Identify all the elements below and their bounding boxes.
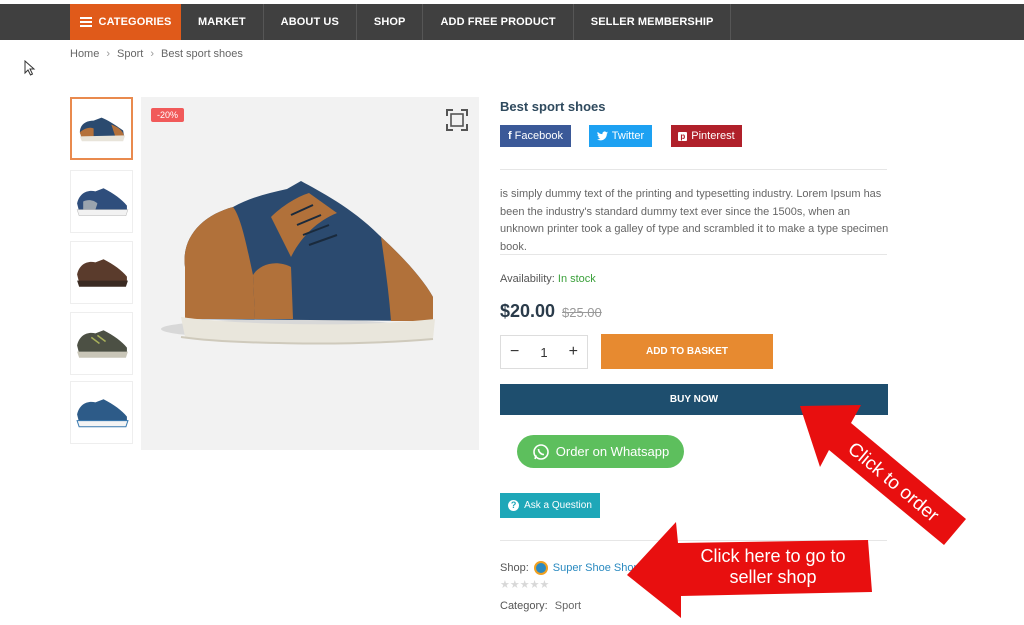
shop-link[interactable]: Super Shoe Shop <box>553 562 640 574</box>
shop-label: Shop: <box>500 562 529 574</box>
pinterest-share-button[interactable]: p Pinterest <box>671 125 742 147</box>
chevron-right-icon: › <box>106 48 111 60</box>
shoe-thumbnail-image <box>77 330 128 358</box>
category-label: Category: <box>500 600 548 612</box>
facebook-share-button[interactable]: f Facebook <box>500 125 571 147</box>
star-icon: ★ <box>519 579 530 591</box>
main-product-image[interactable] <box>141 97 479 450</box>
product-title: Best sport shoes <box>500 99 606 114</box>
minus-icon[interactable]: − <box>510 343 519 361</box>
divider <box>500 540 887 541</box>
top-nav: CATEGORIES MARKET ABOUT US SHOP ADD FREE… <box>0 4 1024 40</box>
twitter-share-button[interactable]: Twitter <box>589 125 652 147</box>
quantity-value[interactable]: 1 <box>540 345 547 360</box>
chevron-right-icon: › <box>150 48 154 60</box>
breadcrumb-current: Best sport shoes <box>160 48 243 60</box>
page: CATEGORIES MARKET ABOUT US SHOP ADD FREE… <box>0 0 1024 625</box>
nav-item-about-us[interactable]: ABOUT US <box>264 4 357 40</box>
rating-stars: ★★★★★ <box>500 578 549 591</box>
old-price: $25.00 <box>562 305 602 320</box>
pinterest-icon: p <box>678 131 688 141</box>
divider <box>500 169 887 170</box>
plus-icon[interactable]: + <box>569 343 578 361</box>
nav-item-market[interactable]: MARKET <box>181 4 264 40</box>
shoe-thumbnail-image <box>76 188 129 216</box>
star-icon: ★ <box>539 579 550 591</box>
buy-now-button[interactable]: BUY NOW <box>500 384 888 415</box>
shoe-thumbnail-image <box>79 117 126 142</box>
expand-icon[interactable] <box>444 107 470 133</box>
shoe-thumbnail-image <box>76 399 129 428</box>
product-category: Category: Sport <box>500 600 581 612</box>
breadcrumb-sport[interactable]: Sport <box>117 48 143 60</box>
question-icon: ? <box>508 500 520 511</box>
whatsapp-label: Order on Whatsapp <box>555 444 670 459</box>
facebook-label: Facebook <box>514 130 563 142</box>
shoe-thumbnail-image <box>77 259 128 287</box>
availability-value: In stock <box>557 273 596 285</box>
divider <box>500 254 887 255</box>
shoe-image <box>161 181 435 345</box>
availability: Availability: In stock <box>500 273 596 285</box>
nav-item-add-free-product[interactable]: ADD FREE PRODUCT <box>423 4 574 40</box>
whatsapp-icon <box>532 443 549 460</box>
product-description: is simply dummy text of the printing and… <box>500 188 889 253</box>
categories-button[interactable]: CATEGORIES <box>70 4 181 40</box>
thumbnail-2[interactable] <box>70 170 133 233</box>
thumbnail-1[interactable] <box>70 97 133 160</box>
nav-item-seller-membership[interactable]: SELLER MEMBERSHIP <box>574 4 732 40</box>
mouse-cursor-icon <box>24 60 36 76</box>
facebook-icon: f <box>508 130 512 142</box>
shop-logo-icon <box>533 561 548 575</box>
nav-item-shop[interactable]: SHOP <box>357 4 424 40</box>
star-icon: ★ <box>500 579 510 591</box>
discount-badge: -20% <box>151 108 185 122</box>
category-value[interactable]: Sport <box>555 600 581 612</box>
quantity-stepper[interactable]: − 1 + <box>500 335 588 369</box>
ask-question-label: Ask a Question <box>524 500 592 511</box>
breadcrumb-home[interactable]: Home <box>70 48 99 60</box>
add-to-basket-button[interactable]: ADD TO BASKET <box>601 334 773 369</box>
star-icon: ★ <box>509 579 520 591</box>
thumbnail-3[interactable] <box>70 241 133 304</box>
current-price: $20.00 <box>500 301 556 321</box>
ask-question-button[interactable]: ? Ask a Question <box>500 493 600 518</box>
categories-label: CATEGORIES <box>98 16 172 28</box>
twitter-label: Twitter <box>611 130 645 142</box>
star-icon: ★ <box>529 579 540 591</box>
hamburger-icon <box>79 15 92 29</box>
twitter-icon <box>596 131 608 141</box>
thumbnail-5[interactable] <box>70 381 133 444</box>
thumbnail-4[interactable] <box>70 312 133 375</box>
availability-label: Availability: <box>500 273 555 285</box>
breadcrumb: Home › Sport › Best sport shoes <box>70 48 243 60</box>
pinterest-label: Pinterest <box>691 130 735 142</box>
shop-info: Shop: Super Shoe Shop <box>500 561 640 575</box>
whatsapp-order-button[interactable]: Order on Whatsapp <box>517 435 684 468</box>
seller-shop-annotation: Click here to go to seller shop <box>680 546 866 588</box>
seller-shop-line-1: Click here to go to <box>700 546 846 566</box>
click-to-order-annotation: Click to order <box>843 438 943 527</box>
seller-shop-line-2: seller shop <box>729 567 817 587</box>
